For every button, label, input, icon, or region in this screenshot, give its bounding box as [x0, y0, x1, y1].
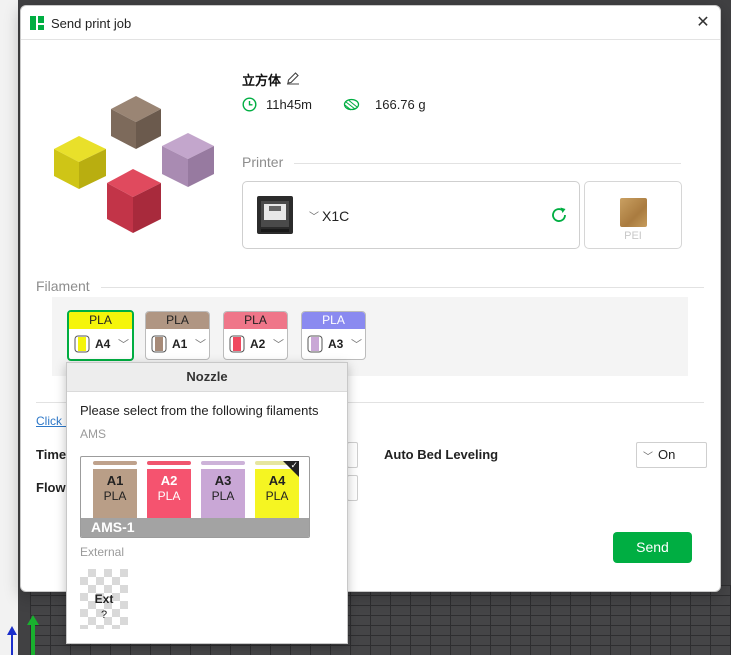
slot-type: PLA — [103, 489, 127, 503]
slot-color-bar — [201, 461, 245, 465]
chevron-down-icon: ﹀ — [195, 339, 206, 351]
external-spool-slot[interactable]: Ext ? — [80, 569, 128, 629]
slot-id: A1 — [106, 473, 124, 488]
slot-color-bar — [147, 461, 191, 465]
ams-name: AMS-1 — [91, 519, 135, 535]
plate-type-selector[interactable]: PEI — [584, 181, 682, 249]
refresh-icon[interactable] — [549, 205, 569, 225]
filament-slot-id: A1 — [172, 337, 188, 351]
printer-image-icon — [257, 196, 293, 234]
spool-icon — [307, 335, 323, 353]
clock-icon — [242, 97, 257, 112]
cube-red — [107, 169, 161, 233]
model-name: 立方体 — [242, 73, 282, 88]
slot-type: PLA — [265, 489, 289, 503]
ams-slot-a1[interactable]: A1 PLA — [93, 461, 137, 519]
auto-bed-leveling-value: On — [658, 447, 676, 462]
cube-purple — [162, 133, 214, 187]
spool-icon — [229, 335, 245, 353]
bambu-app-icon — [30, 16, 44, 30]
filament-slot-1[interactable]: PLA A4 ﹀ — [67, 310, 134, 361]
filament-type: PLA — [302, 312, 365, 329]
timelapse-label: Timel — [36, 447, 70, 462]
slot-color-bar — [93, 461, 137, 465]
spool-icon — [151, 335, 167, 353]
filament-weight-icon — [343, 98, 360, 111]
print-time: 11h45m — [266, 97, 313, 112]
close-button[interactable]: ✕ — [692, 12, 714, 34]
filament-type: PLA — [146, 312, 209, 329]
external-slot-id: Ext — [94, 592, 114, 606]
auto-bed-leveling-select[interactable]: ﹀ On — [636, 442, 707, 468]
printer-section-label: Printer — [242, 154, 284, 170]
axis-gizmo-icon — [7, 615, 39, 655]
cube-yellow — [54, 136, 106, 189]
slot-id: A4 — [268, 473, 286, 488]
side-strip — [0, 0, 18, 655]
printer-selector[interactable]: ﹀ X1C — [242, 181, 580, 249]
chevron-down-icon: ﹀ — [309, 212, 319, 223]
chevron-down-icon: ﹀ — [351, 339, 362, 351]
filament-slot-id: A2 — [250, 337, 266, 351]
titlebar: Send print job ✕ — [21, 6, 720, 40]
filament-slot-3[interactable]: PLA A2 ﹀ — [223, 311, 288, 360]
filament-slot-id: A3 — [328, 337, 344, 351]
check-mark-icon: ✓ — [290, 460, 298, 470]
filament-section-label: Filament — [36, 278, 90, 294]
filament-type: PLA — [224, 312, 287, 329]
filament-slot-2[interactable]: PLA A1 ﹀ — [145, 311, 210, 360]
popup-title: Nozzle — [67, 363, 347, 392]
slot-id: A2 — [160, 473, 178, 488]
filament-divider — [101, 287, 704, 288]
cube-brown — [111, 96, 161, 149]
chevron-down-icon: ﹀ — [273, 339, 284, 351]
auto-bed-leveling-label: Auto Bed Leveling — [384, 447, 499, 462]
slot-type: PLA — [157, 489, 181, 503]
ams-slot-a2[interactable]: A2 PLA — [147, 461, 191, 519]
external-label: External — [80, 545, 125, 559]
ams-unit: A1 PLA A2 PLA A3 PLA ✓ A4 PLA AMS-1 — [80, 456, 310, 538]
dialog-title: Send print job — [51, 16, 132, 31]
spool-icon — [74, 335, 90, 353]
model-preview — [54, 96, 214, 233]
print-weight: 166.76 g — [375, 97, 426, 112]
filament-slot-id: A4 — [95, 337, 111, 351]
slot-id: A3 — [214, 473, 232, 488]
timelapse-toggle[interactable] — [347, 442, 358, 468]
plate-label: PEI — [624, 230, 642, 242]
filament-type: PLA — [69, 312, 132, 329]
ams-footer: AMS-1 — [81, 518, 309, 537]
ams-slot-a4[interactable]: ✓ A4 PLA — [255, 460, 299, 519]
printer-name: X1C — [322, 208, 350, 224]
pei-plate-icon — [620, 198, 647, 227]
chevron-down-icon: ﹀ — [643, 452, 653, 463]
popup-hint: Please select from the following filamen… — [80, 403, 319, 418]
ams-label: AMS — [80, 427, 107, 441]
slot-type: PLA — [211, 489, 235, 503]
edit-pencil-icon[interactable] — [286, 71, 300, 85]
filament-slot-4[interactable]: PLA A3 ﹀ — [301, 311, 366, 360]
ams-slot-a3[interactable]: A3 PLA — [201, 461, 245, 519]
chevron-down-icon: ﹀ — [118, 339, 129, 351]
flow-calibration-label: Flow — [36, 480, 66, 495]
printer-divider — [294, 163, 681, 164]
external-slot-type: ? — [100, 609, 108, 621]
flow-calibration-toggle[interactable] — [347, 475, 358, 501]
send-button[interactable]: Send — [613, 532, 692, 563]
filament-select-popup: Nozzle Please select from the following … — [66, 362, 348, 644]
